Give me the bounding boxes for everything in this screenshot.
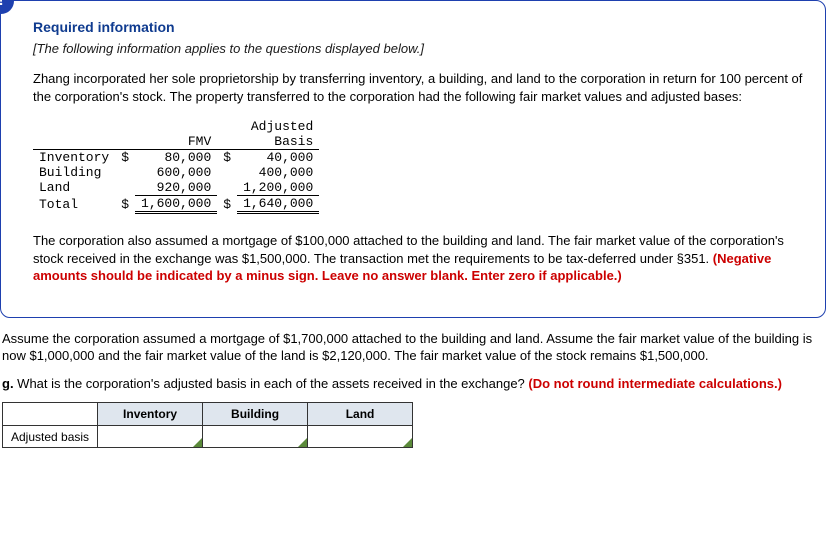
question-g: g. What is the corporation's adjusted ba… bbox=[2, 375, 824, 393]
cell-handle-icon[interactable] bbox=[193, 438, 202, 447]
total-ab: 1,640,000 bbox=[237, 196, 319, 213]
assumption-paragraph: Assume the corporation assumed a mortgag… bbox=[2, 330, 824, 365]
inventory-input[interactable] bbox=[98, 426, 202, 447]
cell-handle-icon[interactable] bbox=[403, 438, 412, 447]
fmv-basis-table: Adjusted FMV Basis Inventory $ 80,000 $ … bbox=[33, 119, 319, 214]
land-input[interactable] bbox=[308, 426, 412, 447]
col-header-land: Land bbox=[308, 403, 413, 426]
ab-value: 400,000 bbox=[237, 165, 319, 180]
table-row: Building 600,000 400,000 bbox=[33, 165, 319, 180]
fmv-value: 920,000 bbox=[135, 180, 217, 196]
input-cell-building[interactable] bbox=[203, 426, 308, 448]
intro-paragraph: Zhang incorporated her sole proprietorsh… bbox=[33, 70, 807, 105]
total-label: Total bbox=[33, 196, 115, 213]
table-total-row: Total $ 1,600,000 $ 1,640,000 bbox=[33, 196, 319, 213]
answer-table: Inventory Building Land Adjusted basis bbox=[2, 402, 413, 448]
row-label-adjusted-basis: Adjusted basis bbox=[3, 426, 98, 448]
fmv-value: 80,000 bbox=[135, 150, 217, 166]
alert-icon: ! bbox=[0, 0, 14, 14]
row-label: Land bbox=[33, 180, 115, 196]
question-section: Assume the corporation assumed a mortgag… bbox=[0, 330, 826, 449]
adjusted-basis-header: Basis bbox=[237, 134, 319, 150]
mortgage-paragraph: The corporation also assumed a mortgage … bbox=[33, 232, 807, 285]
ab-value: 1,200,000 bbox=[237, 180, 319, 196]
cell-handle-icon[interactable] bbox=[298, 438, 307, 447]
total-fmv: 1,600,000 bbox=[135, 196, 217, 213]
info-card: ! Required information [The following in… bbox=[0, 0, 826, 318]
col-header-building: Building bbox=[203, 403, 308, 426]
instruction-red: (Do not round intermediate calculations.… bbox=[528, 376, 782, 391]
required-information-heading: Required information bbox=[33, 19, 807, 35]
building-input[interactable] bbox=[203, 426, 307, 447]
fmv-value: 600,000 bbox=[135, 165, 217, 180]
row-label: Inventory bbox=[33, 150, 115, 166]
input-cell-inventory[interactable] bbox=[98, 426, 203, 448]
context-note: [The following information applies to th… bbox=[33, 41, 807, 56]
col-header-inventory: Inventory bbox=[98, 403, 203, 426]
adjusted-header-top: Adjusted bbox=[237, 119, 319, 134]
row-label: Building bbox=[33, 165, 115, 180]
input-cell-land[interactable] bbox=[308, 426, 413, 448]
fmv-header: FMV bbox=[135, 134, 217, 150]
table-row: Land 920,000 1,200,000 bbox=[33, 180, 319, 196]
table-row: Inventory $ 80,000 $ 40,000 bbox=[33, 150, 319, 166]
ab-value: 40,000 bbox=[237, 150, 319, 166]
